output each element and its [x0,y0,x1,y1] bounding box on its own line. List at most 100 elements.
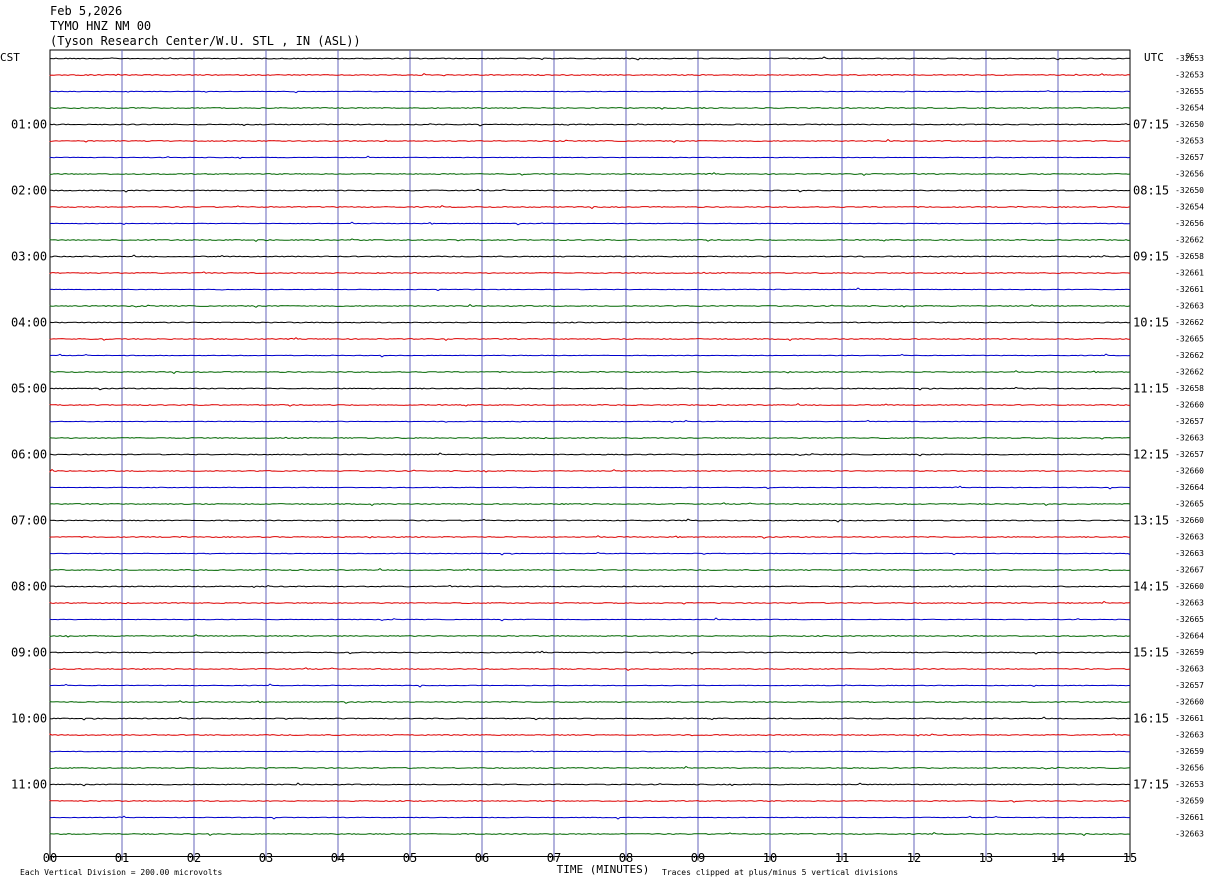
utc-hour-label: 16:15 [1133,712,1169,726]
cst-hour-label: 01:00 [11,118,47,132]
chart-grid [49,49,1131,857]
trace-row-21 [49,386,1131,391]
utc-hour-label: 10:15 [1133,316,1169,330]
dc-offset-label: -32656 [1175,219,1204,228]
cst-hour-label: 10:00 [11,712,47,726]
dc-offset-label: -32663 [1175,533,1204,542]
dc-offset-label: -32653 [1175,71,1204,80]
trace-row-28 [49,502,1131,507]
cst-hour-label: 02:00 [11,184,47,198]
dc-offset-label: -32659 [1175,648,1204,657]
dc-offset-label: -32655 [1175,87,1204,96]
dc-offset-label: -32661 [1175,813,1204,822]
dc-offset-label: -32660 [1175,698,1204,707]
dc-offset-label: -32658 [1175,252,1204,261]
dc-offset-label: -32658 [1175,384,1204,393]
x-tick-label: 00 [43,851,57,865]
trace-row-26 [49,468,1131,473]
dc-offset-label: -32663 [1175,302,1204,311]
x-tick-label: 12 [907,851,921,865]
trace-row-48 [49,832,1131,837]
utc-hour-label: 07:15 [1133,118,1169,132]
plot-frame [49,49,1131,857]
dc-offset-label: -32665 [1175,500,1204,509]
dc-offset-label: -32663 [1175,549,1204,558]
dc-offset-label: -32653 [1175,137,1204,146]
trace-row-4 [49,107,1131,110]
trace-row-32 [49,567,1131,572]
trace-row-29 [49,518,1131,523]
trace-row-11 [49,221,1131,226]
dc-offset-label: -32660 [1175,401,1204,410]
dc-offset-label: -32657 [1175,417,1204,426]
cst-hour-label: 04:00 [11,316,47,330]
dc-offset-label: -32662 [1175,236,1204,245]
trace-row-19 [49,353,1131,358]
dc-offset-label: -32663 [1175,731,1204,740]
dc-offset-label: -32662 [1175,318,1204,327]
trace-row-18 [49,337,1130,342]
dc-offset-label: -32659 [1175,747,1204,756]
dc-offset-label: -32657 [1175,153,1204,162]
trace-row-25 [49,452,1131,457]
trace-row-42 [49,733,1130,737]
utc-hour-label: 12:15 [1133,448,1169,462]
trace-row-10 [49,205,1131,210]
dc-offset-label: -32663 [1175,665,1204,674]
trace-row-14 [49,271,1131,275]
trace-row-27 [49,485,1131,490]
x-tick-label: 15 [1123,851,1137,865]
x-axis-title: TIME (MINUTES) [557,863,650,876]
trace-row-45 [49,782,1131,787]
trace-row-5 [49,123,1131,127]
trace-row-2 [49,72,1131,77]
trace-row-7 [49,155,1131,160]
trace-row-15 [49,287,1131,292]
trace-row-44 [49,765,1131,770]
trace-row-33 [49,584,1131,588]
dc-offset-label: -32664 [1175,483,1204,492]
trace-row-16 [49,303,1131,308]
dc-offset-label: -32657 [1175,681,1204,690]
utc-hour-label: 15:15 [1133,646,1169,660]
dc-offset-label: -32656 [1175,764,1204,773]
utc-hour-label: 14:15 [1133,580,1169,594]
trace-row-13 [49,254,1131,258]
cst-hour-label: 11:00 [11,778,47,792]
dc-offset-label: -32660 [1175,516,1204,525]
x-tick-label: 05 [403,851,417,865]
dc-offset-label: -32657 [1175,450,1204,459]
cst-hour-label: 03:00 [11,250,47,264]
dc-offset-label: -32662 [1175,351,1204,360]
trace-row-20 [49,370,1131,375]
dc-offset-label: -32650 [1175,120,1204,129]
trace-row-1 [49,56,1131,61]
trace-row-31 [49,551,1131,556]
trace-row-35 [49,617,1131,622]
dc-offset-label: -32656 [1175,170,1204,179]
trace-row-43 [49,750,1130,753]
trace-row-30 [49,535,1131,539]
scale-note: Each Vertical Division = 200.00 microvol… [20,868,222,877]
dc-offset-label: -32659 [1175,797,1204,806]
cst-hour-label: 06:00 [11,448,47,462]
trace-row-3 [49,90,1131,94]
utc-hour-label: 11:15 [1133,382,1169,396]
dc-offset-label: -32661 [1175,269,1204,278]
seismic-traces [49,56,1131,837]
trace-row-12 [49,238,1131,243]
trace-row-47 [49,815,1130,820]
x-tick-label: 09 [691,851,705,865]
dc-offset-label: -32663 [1175,830,1204,839]
dc-offset-label: -32665 [1175,615,1204,624]
x-tick-label: 06 [475,851,489,865]
trace-row-6 [49,138,1131,143]
cst-hour-label: 05:00 [11,382,47,396]
utc-hour-label: 17:15 [1133,778,1169,792]
trace-row-38 [49,667,1131,672]
x-tick-label: 03 [259,851,273,865]
dc-offset-label: -32663 [1175,599,1204,608]
clip-note: Traces clipped at plus/minus 5 vertical … [662,868,898,877]
cst-hour-label: 09:00 [11,646,47,660]
x-tick-label: 10 [763,851,777,865]
